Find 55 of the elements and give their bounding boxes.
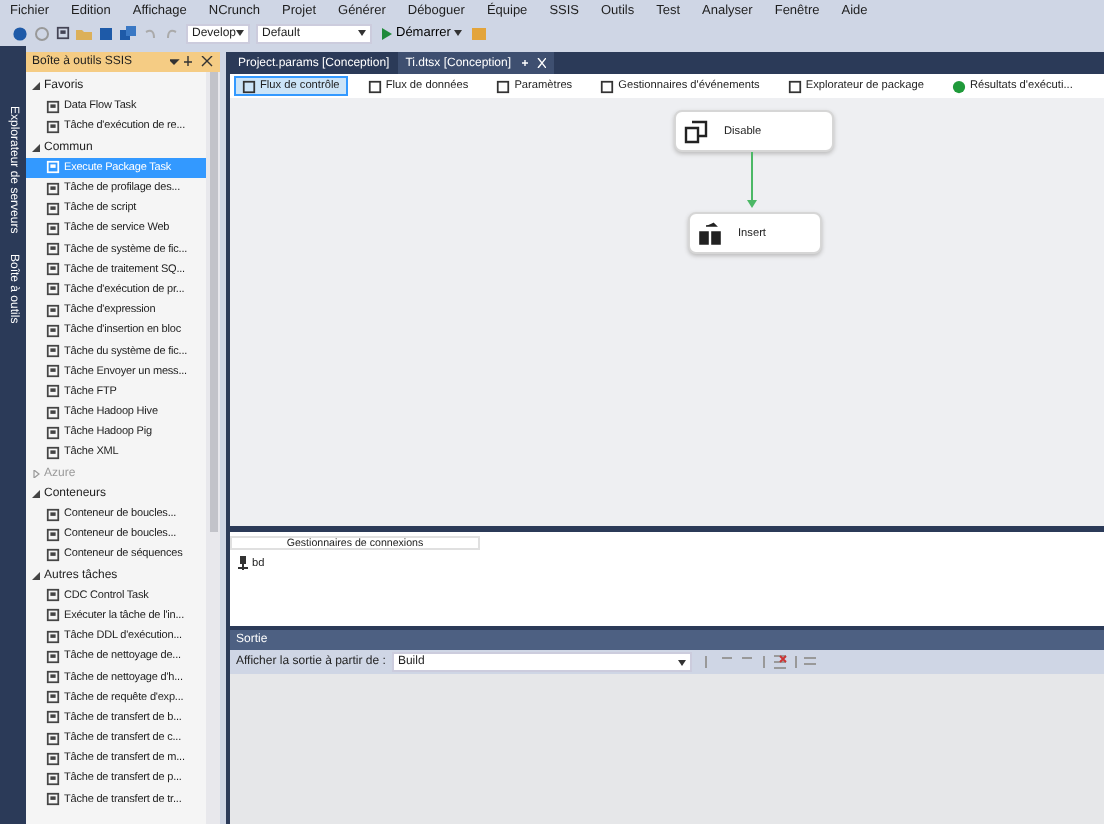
dropdown-caret-icon[interactable] — [454, 30, 463, 36]
tab-icon — [600, 79, 615, 93]
task-icon — [46, 425, 60, 440]
play-icon — [382, 27, 392, 39]
task-icon — [46, 364, 60, 379]
expander-icon[interactable] — [32, 143, 40, 152]
plug-icon — [238, 556, 248, 570]
task-icon — [46, 771, 60, 786]
tab-icon — [242, 79, 256, 93]
dropdown-caret-icon[interactable] — [236, 30, 244, 36]
copy-icon — [684, 119, 708, 143]
task-icon — [46, 262, 60, 277]
task-icon — [46, 507, 60, 522]
task-icon — [46, 445, 60, 460]
back-icon[interactable] — [12, 25, 28, 41]
task-icon — [46, 751, 60, 766]
task-icon — [46, 221, 60, 236]
task-icon — [46, 792, 60, 807]
task-icon — [46, 201, 60, 216]
task-icon — [46, 527, 60, 542]
task-icon — [46, 731, 60, 746]
dropdown-caret-icon[interactable] — [358, 30, 366, 36]
play-circle-icon — [951, 79, 966, 93]
expander-icon[interactable] — [32, 571, 40, 580]
scrollbar[interactable] — [206, 72, 220, 824]
expander-icon[interactable] — [32, 82, 40, 91]
task-icon — [46, 119, 60, 134]
task-icon — [46, 99, 60, 114]
task-icon — [46, 710, 60, 725]
expander-icon[interactable] — [32, 489, 40, 498]
task-icon — [46, 690, 60, 705]
task-icon — [46, 405, 60, 420]
task-icon — [46, 160, 60, 175]
task-icon — [46, 303, 60, 318]
task-icon — [46, 344, 60, 359]
task-icon — [46, 608, 60, 623]
task-icon — [46, 384, 60, 399]
task-icon — [46, 323, 60, 338]
pin-close-icon[interactable] — [519, 58, 546, 68]
panel-controls-icon[interactable] — [170, 56, 214, 68]
task-icon — [46, 629, 60, 644]
task-icon — [46, 588, 60, 603]
database-icon — [698, 221, 722, 245]
tab-icon — [787, 79, 802, 93]
tab-icon — [367, 79, 382, 93]
dropdown-caret-icon[interactable] — [677, 659, 686, 665]
task-icon — [46, 282, 60, 297]
task-icon — [46, 547, 60, 562]
task-icon — [46, 181, 60, 196]
save-all-icon[interactable] — [120, 25, 136, 41]
task-icon — [46, 242, 60, 257]
tab-icon — [496, 79, 511, 93]
save-icon[interactable] — [98, 25, 114, 41]
task-icon — [46, 649, 60, 664]
task-icon — [46, 670, 60, 685]
